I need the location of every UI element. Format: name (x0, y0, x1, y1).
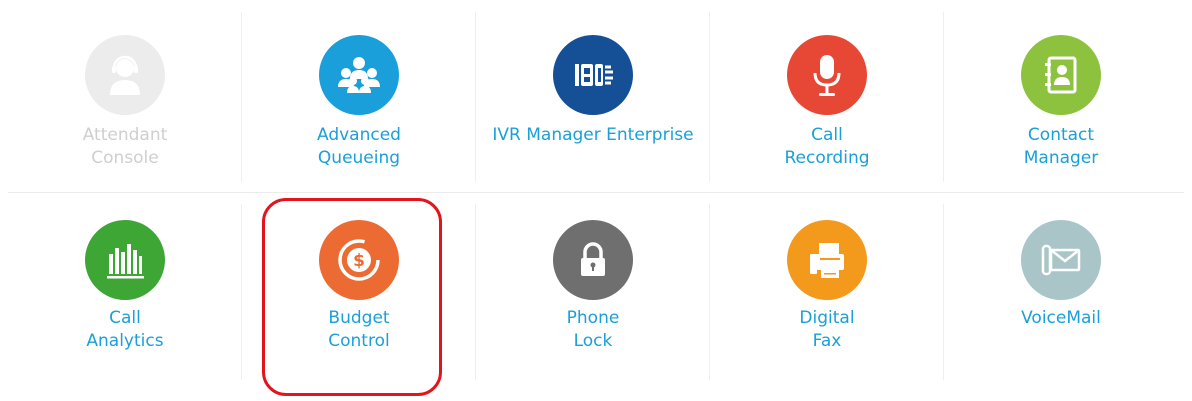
attendant-console-label-line2: Console (91, 148, 159, 168)
tile-advanced-queueing[interactable]: Advanced Queueing (242, 0, 476, 190)
contact-manager-label-line1: Contact (1027, 125, 1095, 145)
svg-text:$: $ (353, 251, 365, 271)
tile-voicemail[interactable]: VoiceMail (944, 194, 1178, 390)
digital-fax-badge (787, 220, 867, 300)
tile-call-analytics[interactable]: Call Analytics (8, 194, 242, 390)
digital-fax-label: Digital Fax (710, 307, 944, 353)
phone-lock-label-line1: Phone (566, 308, 620, 328)
voicemail-label: VoiceMail (944, 307, 1178, 330)
budget-control-label-line2: Control (328, 331, 390, 351)
voicemail-icon (1041, 244, 1081, 276)
advanced-queueing-label-line2: Queueing (317, 148, 401, 168)
budget-control-label: Budget Control (242, 307, 476, 353)
voicemail-label-line1: VoiceMail (1021, 308, 1101, 328)
call-analytics-label-line1: Call (109, 308, 141, 328)
phone-lock-label: Phone Lock (476, 307, 710, 353)
microphone-icon (813, 55, 841, 96)
budget-control-label-line1: Budget (328, 308, 390, 328)
padlock-icon (581, 242, 605, 276)
budget-control-badge: $ (319, 220, 399, 300)
attendant-console-badge (85, 35, 165, 115)
call-recording-label-line2: Recording (784, 148, 870, 168)
advanced-queueing-label: Advanced Queueing (242, 124, 476, 170)
advanced-queueing-badge (319, 35, 399, 115)
advanced-queueing-label-line1: Advanced (317, 125, 401, 145)
digital-fax-label-line2: Fax (812, 331, 842, 351)
call-recording-label-line1: Call (811, 125, 843, 145)
contact-manager-label: Contact Manager (944, 124, 1178, 170)
digital-fax-label-line1: Digital (799, 308, 855, 328)
ivr-manager-badge (553, 35, 633, 115)
row-divider (8, 192, 1184, 193)
ivr-icon (575, 64, 613, 86)
ivr-manager-label: IVR Manager Enterprise (476, 124, 710, 147)
tile-phone-lock[interactable]: Phone Lock (476, 194, 710, 390)
headset-user-icon (110, 55, 140, 95)
contact-manager-label-line2: Manager (1023, 148, 1099, 168)
call-recording-label: Call Recording (710, 124, 944, 170)
tile-ivr-manager-enterprise[interactable]: IVR Manager Enterprise (476, 0, 710, 190)
tile-attendant-console: Attendant Console (8, 0, 242, 190)
call-analytics-label: Call Analytics (8, 307, 242, 353)
bar-chart-icon (107, 244, 144, 279)
tile-call-recording[interactable]: Call Recording (710, 0, 944, 190)
dollar-icon: $ (338, 239, 380, 281)
tile-contact-manager[interactable]: Contact Manager (944, 0, 1178, 190)
tile-budget-control[interactable]: $ Budget Control (242, 194, 476, 390)
call-analytics-badge (85, 220, 165, 300)
call-recording-badge (787, 35, 867, 115)
ivr-manager-label-line1: IVR Manager Enterprise (492, 125, 694, 145)
call-analytics-label-line2: Analytics (86, 331, 164, 351)
attendant-console-label: Attendant Console (8, 124, 242, 170)
attendant-console-label-line1: Attendant (82, 125, 168, 145)
queue-people-icon (338, 57, 380, 93)
feature-grid: Attendant Console Advanced Queueing IVR … (8, 0, 1184, 401)
phone-lock-badge (553, 220, 633, 300)
contact-book-icon (1045, 56, 1077, 94)
fax-icon (810, 243, 844, 278)
phone-lock-label-line2: Lock (573, 331, 613, 351)
contact-manager-badge (1021, 35, 1101, 115)
voicemail-badge (1021, 220, 1101, 300)
tile-digital-fax[interactable]: Digital Fax (710, 194, 944, 390)
